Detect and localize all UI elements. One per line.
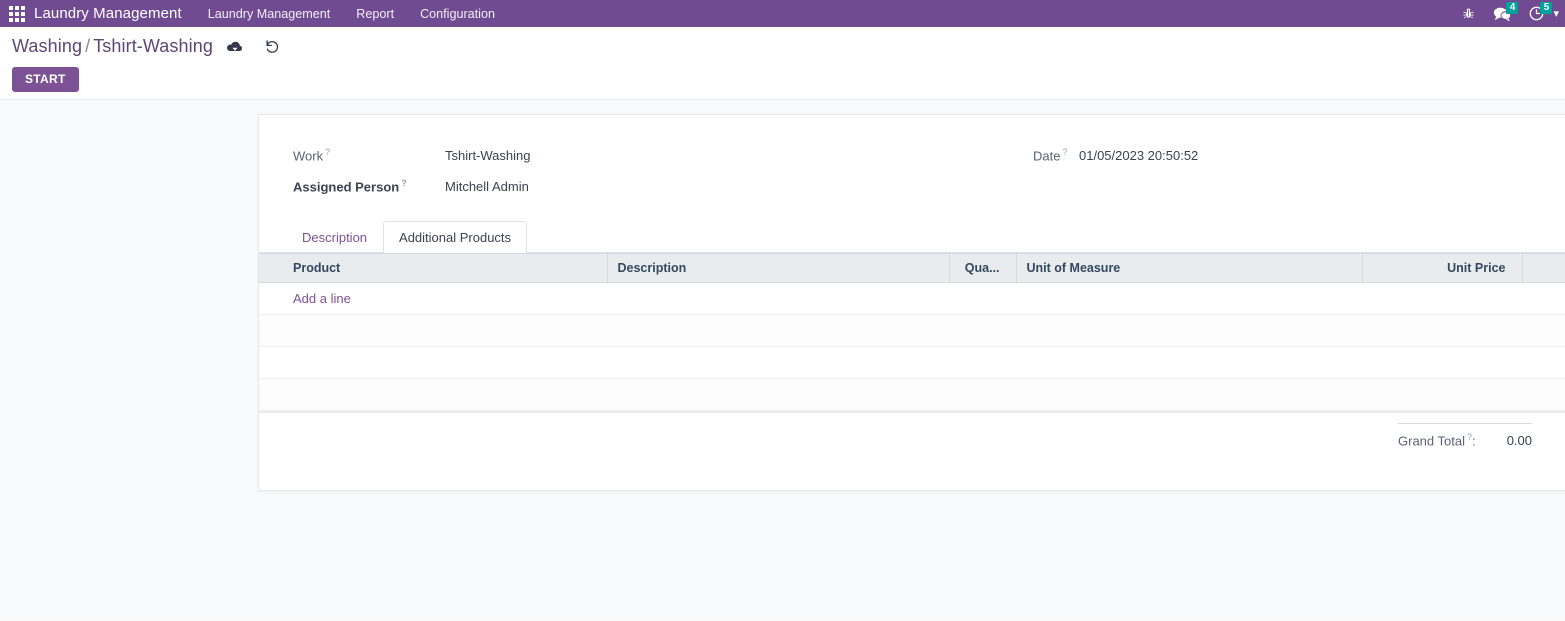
table-empty-row (259, 346, 1565, 379)
table-empty-row (259, 314, 1565, 347)
field-assigned-person-help-icon[interactable]: ? (401, 178, 407, 188)
chevron-down-icon[interactable]: ▾ (1553, 7, 1561, 20)
grand-total-label-text: Grand Total (1398, 433, 1465, 449)
main-content: Work? Tshirt-Washing Assigned Person? Mi… (0, 100, 1565, 614)
field-date: Date? 01/05/2023 20:50:52 (945, 147, 1565, 165)
add-a-line-row: Add a line (259, 282, 1565, 315)
add-a-line-link[interactable]: Add a line (269, 291, 351, 306)
field-date-help-icon[interactable]: ? (1062, 147, 1067, 157)
form-fields: Work? Tshirt-Washing Assigned Person? Mi… (259, 131, 1565, 209)
field-work-help-icon[interactable]: ? (325, 147, 330, 157)
start-button[interactable]: START (12, 66, 79, 92)
column-header-product[interactable]: Product (259, 253, 608, 283)
undo-icon[interactable] (264, 39, 280, 54)
column-header-unit-price[interactable]: Unit Price (1362, 253, 1523, 283)
tab-additional-products[interactable]: Additional Products (383, 221, 528, 253)
column-header-unit-of-measure[interactable]: Unit of Measure (1016, 253, 1363, 283)
messages-icon[interactable]: 4 (1485, 0, 1519, 27)
activities-counter-badge: 5 (1540, 2, 1553, 14)
statusbar-buttons: START (0, 66, 1565, 99)
totals-section: Grand Total?: 0.00 (259, 413, 1565, 472)
field-work-value[interactable]: Tshirt-Washing (445, 148, 530, 163)
column-header-quantity[interactable]: Qua... (949, 253, 1017, 283)
field-work-label-text: Work (293, 148, 324, 164)
menu-laundry-management[interactable]: Laundry Management (208, 7, 331, 21)
notebook-tabs: Description Additional Products (259, 221, 1565, 253)
breadcrumb: Washing / Tshirt-Washing (0, 27, 1565, 66)
top-navbar: Laundry Management Laundry Management Re… (0, 0, 1565, 27)
grand-total-block: Grand Total?: 0.00 (1398, 423, 1565, 448)
breadcrumb-parent[interactable]: Washing (12, 36, 82, 56)
menu-configuration[interactable]: Configuration (420, 7, 495, 21)
field-date-label: Date? (1033, 147, 1079, 163)
add-a-line-cell: Add a line (259, 282, 1565, 315)
systray: 4 5 ▾ (1451, 0, 1561, 27)
clock-icon[interactable]: 5 (1519, 0, 1553, 27)
notebook: Description Additional Products Product … (259, 221, 1565, 472)
form-column-right: Date? 01/05/2023 20:50:52 (945, 147, 1565, 209)
field-date-value[interactable]: 01/05/2023 20:50:52 (1079, 148, 1198, 163)
field-assigned-person-label-text: Assigned Person (293, 179, 400, 195)
form-sheet: Work? Tshirt-Washing Assigned Person? Mi… (258, 114, 1565, 491)
field-date-label-text: Date (1033, 148, 1061, 164)
cloud-upload-icon[interactable] (226, 40, 244, 54)
column-header-subtotal[interactable]: Subtotal (1522, 253, 1565, 283)
apps-grid-icon[interactable] (7, 4, 27, 24)
control-panel: Washing / Tshirt-Washing START (0, 27, 1565, 100)
additional-products-table: Product Description Qua... Unit of Measu… (259, 253, 1565, 413)
grand-total-value: 0.00 (1506, 433, 1532, 449)
menu-report[interactable]: Report (356, 7, 394, 21)
field-assigned-person-label: Assigned Person? (293, 178, 445, 194)
form-column-left: Work? Tshirt-Washing Assigned Person? Mi… (293, 147, 945, 209)
breadcrumb-text: Washing / Tshirt-Washing (12, 36, 213, 57)
table-header: Product Description Qua... Unit of Measu… (259, 253, 1565, 283)
bug-icon[interactable] (1451, 0, 1485, 27)
field-assigned-person-value[interactable]: Mitchell Admin (445, 179, 529, 194)
messages-counter-badge: 4 (1506, 2, 1519, 14)
column-header-description[interactable]: Description (607, 253, 950, 283)
field-work-label: Work? (293, 147, 445, 163)
breadcrumb-separator: / (85, 36, 91, 56)
breadcrumb-current: Tshirt-Washing (93, 36, 213, 56)
field-work: Work? Tshirt-Washing (293, 147, 945, 165)
grand-total-colon: : (1471, 433, 1476, 449)
record-actions (226, 39, 280, 54)
table-empty-row (259, 378, 1565, 411)
table-header-row: Product Description Qua... Unit of Measu… (259, 253, 1565, 283)
grand-total-label: Grand Total?: (1398, 432, 1476, 448)
field-assigned-person: Assigned Person? Mitchell Admin (293, 178, 945, 196)
table-body: Add a line (259, 282, 1565, 413)
tab-description[interactable]: Description (286, 221, 383, 253)
grand-total-row: Grand Total?: 0.00 (1398, 423, 1532, 448)
table-bottom-separator (259, 410, 1565, 413)
app-brand-title[interactable]: Laundry Management (34, 5, 182, 22)
